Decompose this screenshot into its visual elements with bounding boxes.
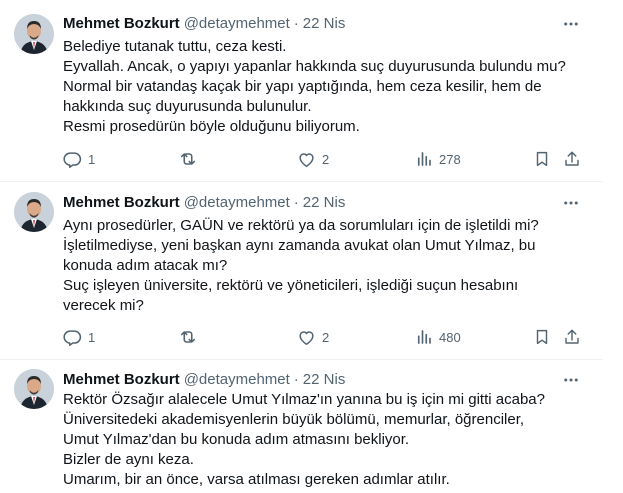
reply-icon bbox=[63, 151, 82, 168]
retweet-icon bbox=[180, 153, 196, 165]
share-button[interactable] bbox=[563, 147, 581, 171]
separator-dot: · bbox=[293, 370, 299, 388]
more-icon[interactable] bbox=[561, 14, 581, 34]
reply-count: 1 bbox=[88, 151, 96, 167]
tweet-actions: 1 2 278 bbox=[58, 147, 598, 171]
tweet-line: İşletilmediyse, yeni başkan aynı zamanda… bbox=[63, 237, 536, 254]
author-name[interactable]: Mehmet Bozkurt bbox=[63, 371, 180, 388]
views-button[interactable]: 278 bbox=[415, 147, 461, 171]
reply-button[interactable]: 1 bbox=[63, 147, 95, 171]
more-icon[interactable] bbox=[561, 370, 581, 390]
tweet-line: Normal bir vatandaş kaçak bir yapı yaptı… bbox=[63, 78, 542, 95]
separator-dot: · bbox=[293, 14, 299, 32]
avatar[interactable] bbox=[14, 14, 54, 54]
bookmark-icon bbox=[536, 151, 548, 167]
tweet-line: Bizler de aynı keza. bbox=[63, 451, 194, 468]
share-icon bbox=[565, 329, 579, 344]
separator-dot: · bbox=[293, 193, 299, 211]
tweet-header: Mehmet Bozkurt @detaymehmet · 22 Nis bbox=[63, 192, 345, 212]
tweet-line: Umut Yılmaz'dan bu konuda adım atmasını … bbox=[63, 431, 410, 448]
tweet-text: Rektör Özsağır alalecele Umut Yılmaz'ın … bbox=[63, 390, 598, 490]
avatar-image bbox=[14, 192, 54, 232]
bookmark-icon bbox=[536, 329, 548, 345]
tweet-line: Suç işleyen üniversite, rektörü ve yönet… bbox=[63, 277, 519, 294]
avatar-image bbox=[14, 14, 54, 54]
retweet-button[interactable] bbox=[178, 325, 204, 349]
tweet-text: Belediye tutanak tuttu, ceza kesti. Eyva… bbox=[63, 37, 598, 137]
avatar[interactable] bbox=[14, 369, 54, 409]
tweet-line: Rektör Özsağır alalecele Umut Yılmaz'ın … bbox=[63, 391, 545, 408]
bookmark-button[interactable] bbox=[533, 325, 551, 349]
tweet-actions: 1 2 480 bbox=[58, 325, 598, 349]
views-icon bbox=[417, 330, 431, 344]
tweet[interactable]: Mehmet Bozkurt @detaymehmet · 22 Nis Rek… bbox=[0, 360, 603, 493]
author-handle[interactable]: @detaymehmet bbox=[184, 371, 290, 388]
view-count: 278 bbox=[439, 151, 461, 167]
retweet-button[interactable] bbox=[178, 147, 204, 171]
author-handle[interactable]: @detaymehmet bbox=[184, 194, 290, 211]
reply-icon bbox=[63, 329, 82, 346]
share-button[interactable] bbox=[563, 325, 581, 349]
tweet-header: Mehmet Bozkurt @detaymehmet · 22 Nis bbox=[63, 13, 345, 33]
tweet-line: Belediye tutanak tuttu, ceza kesti. bbox=[63, 38, 287, 55]
bookmark-button[interactable] bbox=[533, 147, 551, 171]
tweet-line: verecek mi? bbox=[63, 297, 144, 314]
reply-button[interactable]: 1 bbox=[63, 325, 95, 349]
author-handle[interactable]: @detaymehmet bbox=[184, 15, 290, 32]
tweet-line: Aynı prosedürler, GAÜN ve rektörü ya da … bbox=[63, 217, 539, 234]
tweet-line: Umarım, bir an önce, varsa atılması gere… bbox=[63, 471, 450, 488]
author-name[interactable]: Mehmet Bozkurt bbox=[63, 15, 180, 32]
more-icon[interactable] bbox=[561, 193, 581, 213]
tweet-line: hakkında suç duyurusunda bulunulur. bbox=[63, 98, 312, 115]
views-button[interactable]: 480 bbox=[415, 325, 461, 349]
like-count: 2 bbox=[322, 329, 330, 345]
tweet-date[interactable]: 22 Nis bbox=[303, 15, 346, 32]
view-count: 480 bbox=[439, 329, 461, 345]
tweet-text: Aynı prosedürler, GAÜN ve rektörü ya da … bbox=[63, 216, 598, 316]
tweet-header: Mehmet Bozkurt @detaymehmet · 22 Nis bbox=[63, 369, 345, 389]
avatar[interactable] bbox=[14, 192, 54, 232]
heart-icon bbox=[299, 152, 314, 167]
tweet-line: Üniversitedeki akademisyenlerin büyük bö… bbox=[63, 411, 525, 428]
like-button[interactable]: 2 bbox=[297, 325, 329, 349]
tweet-line: Eyvallah. Ancak, o yapıyı yapanlar hakkı… bbox=[63, 58, 566, 75]
retweet-icon bbox=[180, 331, 196, 343]
reply-count: 1 bbox=[88, 329, 96, 345]
views-icon bbox=[417, 152, 431, 166]
like-button[interactable]: 2 bbox=[297, 147, 329, 171]
avatar-image bbox=[14, 369, 54, 409]
tweet[interactable]: Mehmet Bozkurt @detaymehmet · 22 Nis Ayn… bbox=[0, 182, 603, 360]
tweet-date[interactable]: 22 Nis bbox=[303, 194, 346, 211]
tweet-line: konuda adım atacak mı? bbox=[63, 257, 228, 274]
like-count: 2 bbox=[322, 151, 330, 167]
share-icon bbox=[565, 151, 579, 166]
tweet[interactable]: Mehmet Bozkurt @detaymehmet · 22 Nis Bel… bbox=[0, 0, 603, 180]
tweet-date[interactable]: 22 Nis bbox=[303, 371, 346, 388]
heart-icon bbox=[299, 330, 314, 345]
author-name[interactable]: Mehmet Bozkurt bbox=[63, 194, 180, 211]
tweet-line: Resmi prosedürün böyle olduğunu biliyoru… bbox=[63, 118, 360, 135]
